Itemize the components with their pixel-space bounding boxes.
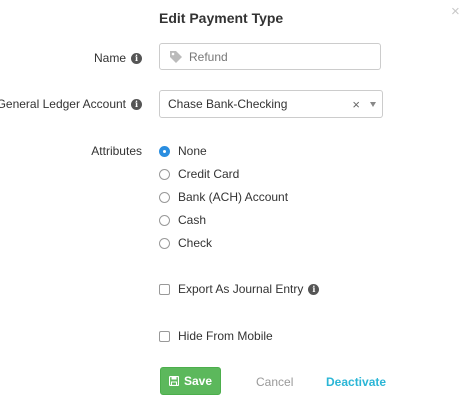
radio-check[interactable]: Check (159, 236, 212, 250)
radio-button[interactable] (159, 145, 170, 157)
name-field-value: Refund (189, 49, 228, 64)
checkbox[interactable] (159, 283, 170, 295)
export-journal-entry-checkbox[interactable]: Export As Journal Entry i (159, 282, 320, 296)
tag-icon (170, 50, 182, 63)
gl-label-text: General Ledger Account (0, 97, 126, 111)
chevron-down-icon[interactable] (370, 101, 376, 107)
radio-credit-card[interactable]: Credit Card (159, 167, 239, 181)
save-button[interactable]: Save (160, 367, 221, 395)
radio-button[interactable] (159, 214, 170, 226)
attributes-label: Attributes (91, 144, 142, 158)
radio-label: Bank (ACH) Account (178, 190, 289, 204)
gl-account-select[interactable]: Chase Bank-Checking × (159, 90, 383, 118)
radio-cash[interactable]: Cash (159, 213, 206, 227)
checkbox[interactable] (159, 330, 170, 342)
radio-label: Credit Card (178, 167, 240, 181)
radio-button[interactable] (159, 168, 170, 180)
radio-label: Cash (178, 213, 207, 227)
save-label: Save (183, 374, 213, 388)
gl-account-value: Chase Bank-Checking (168, 97, 288, 111)
hide-from-mobile-checkbox[interactable]: Hide From Mobile (159, 329, 273, 343)
cancel-button[interactable]: Cancel (256, 375, 293, 389)
hide-label: Hide From Mobile (178, 329, 273, 343)
close-icon[interactable]: × (451, 4, 460, 19)
gl-label: General Ledger Account i (0, 97, 142, 111)
radio-bank-ach[interactable]: Bank (ACH) Account (159, 190, 288, 204)
clear-icon[interactable]: × (352, 97, 360, 112)
radio-label: Check (178, 236, 213, 250)
deactivate-button[interactable]: Deactivate (326, 375, 386, 389)
info-icon[interactable]: i (308, 283, 320, 295)
radio-button[interactable] (159, 237, 170, 249)
radio-none[interactable]: None (159, 144, 207, 158)
info-icon[interactable]: i (131, 52, 142, 64)
name-field[interactable]: Refund (159, 43, 381, 70)
export-label: Export As Journal Entry (178, 282, 304, 296)
info-icon[interactable]: i (131, 98, 142, 110)
dialog-title: Edit Payment Type (159, 10, 284, 26)
save-icon (168, 376, 179, 386)
radio-label: None (178, 144, 207, 158)
attributes-label-text: Attributes (91, 144, 142, 158)
name-label: Name i (94, 51, 142, 65)
name-label-text: Name (93, 51, 126, 65)
radio-button[interactable] (159, 191, 170, 203)
